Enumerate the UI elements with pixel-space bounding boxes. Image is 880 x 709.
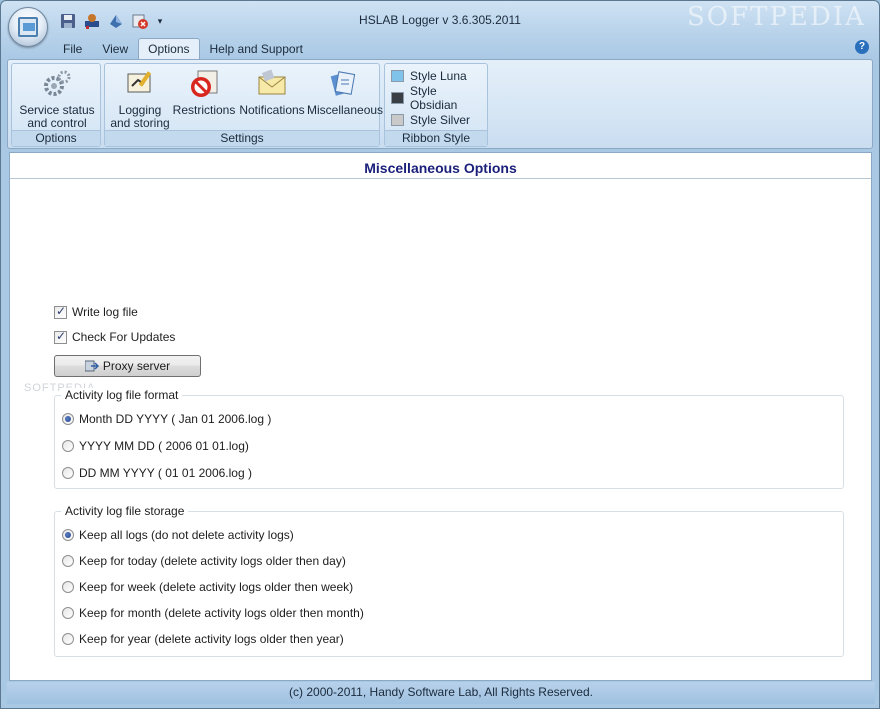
tab-file[interactable]: File bbox=[53, 38, 92, 60]
log-format-option-label: Month DD YYYY ( Jan 01 2006.log ) bbox=[79, 412, 272, 426]
restrictions-button[interactable]: Restrictions bbox=[171, 68, 237, 117]
write-log-file-checkbox-row[interactable]: Write log file bbox=[54, 304, 138, 319]
style-obsidian-option[interactable]: Style Obsidian bbox=[391, 84, 487, 112]
storage-option-label: Keep for month (delete activity logs old… bbox=[79, 606, 364, 620]
ribbon-tabs: File View Options Help and Support bbox=[53, 38, 313, 60]
tab-view[interactable]: View bbox=[92, 38, 138, 60]
style-silver-option[interactable]: Style Silver bbox=[391, 111, 470, 129]
notifications-envelope-icon bbox=[256, 68, 288, 100]
service-icon[interactable] bbox=[83, 12, 101, 30]
softpedia-watermark: SOFTPEDIA bbox=[687, 2, 866, 32]
page-title: Miscellaneous Options bbox=[10, 153, 871, 179]
application-menu-button[interactable] bbox=[8, 7, 48, 47]
status-bar: (c) 2000-2011, Handy Software Lab, All R… bbox=[7, 682, 875, 704]
storage-option-keep-today[interactable]: Keep for today (delete activity logs old… bbox=[62, 554, 346, 568]
radio-button[interactable] bbox=[62, 555, 74, 567]
stop-icon[interactable] bbox=[131, 12, 149, 30]
main-content-panel: Miscellaneous Options Write log file Che… bbox=[9, 152, 872, 681]
storage-option-keep-year[interactable]: Keep for year (delete activity logs olde… bbox=[62, 632, 344, 646]
style-luna-label: Style Luna bbox=[410, 69, 467, 83]
log-storage-legend: Activity log file storage bbox=[61, 504, 189, 518]
radio-button[interactable] bbox=[62, 581, 74, 593]
proxy-server-button[interactable]: Proxy server bbox=[54, 355, 201, 377]
radio-button[interactable] bbox=[62, 467, 74, 479]
ribbon-panel: Service status and control Options Loggi… bbox=[7, 59, 873, 149]
check-for-updates-checkbox-row[interactable]: Check For Updates bbox=[54, 329, 176, 344]
log-format-option-yyyy-mm-dd[interactable]: YYYY MM DD ( 2006 01 01.log) bbox=[62, 439, 249, 453]
log-format-legend: Activity log file format bbox=[61, 388, 183, 402]
miscellaneous-label: Miscellaneous bbox=[307, 103, 384, 117]
ribbon-group-options: Service status and control Options bbox=[11, 63, 101, 147]
log-format-option-label: DD MM YYYY ( 01 01 2006.log ) bbox=[79, 466, 252, 480]
help-icon[interactable]: ? bbox=[855, 40, 869, 54]
storage-option-keep-all[interactable]: Keep all logs (do not delete activity lo… bbox=[62, 528, 294, 542]
tab-help-and-support[interactable]: Help and Support bbox=[200, 38, 313, 60]
radio-button[interactable] bbox=[62, 607, 74, 619]
proxy-server-icon bbox=[84, 360, 99, 372]
logging-label-2: and storing bbox=[110, 116, 170, 130]
radio-button[interactable] bbox=[62, 529, 74, 541]
settings-icon[interactable] bbox=[107, 12, 125, 30]
ribbon-group-settings: Logging and storing Restrictions Notific… bbox=[104, 63, 384, 147]
write-log-file-checkbox[interactable] bbox=[54, 304, 67, 319]
write-log-file-label: Write log file bbox=[72, 305, 138, 319]
app-logo-icon bbox=[18, 17, 38, 37]
miscellaneous-pages-icon bbox=[327, 68, 359, 100]
storage-option-keep-month[interactable]: Keep for month (delete activity logs old… bbox=[62, 606, 364, 620]
notifications-button[interactable]: Notifications bbox=[237, 68, 307, 117]
style-silver-label: Style Silver bbox=[410, 113, 471, 127]
check-for-updates-checkbox[interactable] bbox=[54, 329, 67, 344]
save-icon[interactable] bbox=[59, 12, 77, 30]
radio-button[interactable] bbox=[62, 413, 74, 425]
radio-button[interactable] bbox=[62, 633, 74, 645]
silver-swatch-icon bbox=[391, 114, 404, 126]
style-luna-option[interactable]: Style Luna bbox=[391, 67, 467, 85]
service-status-label-2: and control bbox=[27, 116, 87, 130]
logging-and-storing-button[interactable]: Logging and storing bbox=[109, 68, 171, 130]
log-storage-groupbox: Activity log file storage Keep all logs … bbox=[54, 504, 844, 657]
quick-access-toolbar: ▾ bbox=[59, 11, 165, 31]
log-format-option-label: YYYY MM DD ( 2006 01 01.log) bbox=[79, 439, 249, 453]
logging-icon bbox=[124, 68, 156, 100]
service-status-button[interactable]: Service status and control bbox=[15, 68, 99, 130]
options-group-caption: Options bbox=[12, 130, 100, 146]
ribbon-group-ribbon-style: Style Luna Style Obsidian Style Silver R… bbox=[384, 63, 488, 147]
proxy-server-label: Proxy server bbox=[102, 359, 171, 373]
radio-button[interactable] bbox=[62, 440, 74, 452]
style-obsidian-label: Style Obsidian bbox=[409, 84, 458, 112]
customize-toolbar-dropdown[interactable]: ▾ bbox=[155, 16, 165, 27]
restrictions-icon bbox=[188, 68, 220, 100]
notifications-label: Notifications bbox=[239, 103, 305, 117]
storage-option-label: Keep all logs (do not delete activity lo… bbox=[79, 528, 294, 542]
app-window: HSLAB Logger v 3.6.305.2011 SOFTPEDIA ▾ … bbox=[0, 0, 880, 709]
storage-option-label: Keep for today (delete activity logs old… bbox=[79, 554, 346, 568]
settings-group-caption: Settings bbox=[105, 130, 379, 146]
storage-option-label: Keep for year (delete activity logs olde… bbox=[79, 632, 344, 646]
restrictions-label: Restrictions bbox=[172, 103, 236, 117]
miscellaneous-button[interactable]: Miscellaneous bbox=[307, 68, 384, 117]
log-format-option-month-dd-yyyy[interactable]: Month DD YYYY ( Jan 01 2006.log ) bbox=[62, 412, 271, 426]
log-format-option-dd-mm-yyyy[interactable]: DD MM YYYY ( 01 01 2006.log ) bbox=[62, 466, 252, 480]
storage-option-keep-week[interactable]: Keep for week (delete activity logs olde… bbox=[62, 580, 353, 594]
tab-options[interactable]: Options bbox=[138, 38, 200, 60]
obsidian-swatch-icon bbox=[391, 92, 404, 104]
luna-swatch-icon bbox=[391, 70, 404, 82]
check-for-updates-label: Check For Updates bbox=[72, 330, 176, 344]
storage-option-label: Keep for week (delete activity logs olde… bbox=[79, 580, 354, 594]
service-gears-icon bbox=[41, 68, 73, 100]
log-format-groupbox: Activity log file format Month DD YYYY (… bbox=[54, 388, 844, 489]
ribbon-style-group-caption: Ribbon Style bbox=[385, 130, 487, 146]
